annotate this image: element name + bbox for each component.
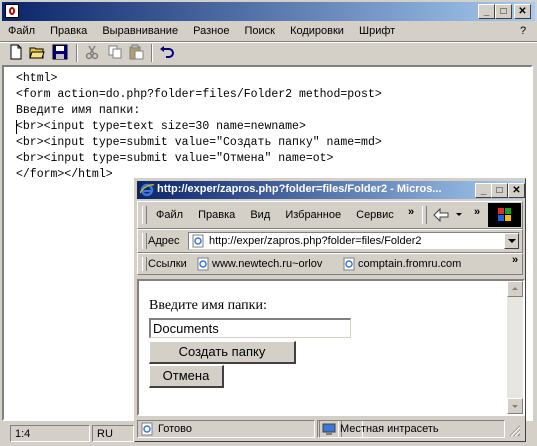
link-page-icon bbox=[196, 257, 210, 274]
scroll-down-button[interactable] bbox=[507, 398, 523, 414]
browser-menu-tools[interactable]: Сервис bbox=[356, 209, 394, 221]
band-grip[interactable] bbox=[142, 257, 147, 271]
links-band: Ссылки www.newtech.ru~orlov comptain.fro… bbox=[137, 253, 523, 275]
browser-maximize-button[interactable]: □ bbox=[491, 183, 508, 198]
browser-minimize-button[interactable]: _ bbox=[475, 183, 492, 198]
code-line: <html> bbox=[16, 72, 58, 85]
band-grip[interactable] bbox=[142, 233, 147, 249]
text-cursor bbox=[16, 120, 17, 134]
menu-search[interactable]: Поиск bbox=[245, 25, 275, 37]
chevron-down-icon bbox=[508, 239, 516, 243]
scroll-up-button[interactable] bbox=[507, 281, 523, 297]
browser-menu-band: Файл Правка Вид Избранное Сервис » » bbox=[137, 201, 523, 229]
menu-encodings[interactable]: Кодировки bbox=[290, 25, 344, 37]
browser-title-bar[interactable]: http://exper/zapros.php?folder=files/Fol… bbox=[137, 181, 525, 199]
links-label: Ссылки bbox=[148, 258, 187, 270]
link-comptain[interactable]: comptain.fromru.com bbox=[358, 258, 461, 270]
folder-name-prompt: Введите имя папки: bbox=[149, 298, 267, 313]
browser-window[interactable]: http://exper/zapros.php?folder=files/Fol… bbox=[134, 178, 526, 442]
links-overflow-chevron[interactable]: » bbox=[512, 254, 518, 266]
toolbar-divider bbox=[76, 44, 78, 62]
address-label: Адрес bbox=[148, 235, 180, 247]
browser-close-button[interactable]: ✕ bbox=[508, 183, 525, 198]
address-dropdown-button[interactable] bbox=[504, 233, 519, 249]
back-arrow-icon[interactable] bbox=[432, 207, 450, 226]
page-content: Введите имя папки: Documents Создать пап… bbox=[137, 279, 525, 416]
cursor-position: 1:4 bbox=[10, 425, 90, 442]
vertical-scrollbar[interactable] bbox=[507, 281, 523, 414]
browser-menu-view[interactable]: Вид bbox=[250, 209, 270, 221]
intranet-icon bbox=[322, 422, 336, 439]
browser-menu-edit[interactable]: Правка bbox=[198, 209, 235, 221]
zone-text: Местная интрасеть bbox=[340, 423, 439, 435]
code-line: Введите имя папки: bbox=[16, 104, 141, 117]
copy-icon[interactable] bbox=[107, 44, 123, 60]
code-line: <br><input type=submit value="Создать па… bbox=[16, 136, 382, 149]
resize-grip[interactable] bbox=[507, 423, 521, 437]
new-file-icon[interactable] bbox=[8, 44, 24, 60]
menu-align[interactable]: Выравнивание bbox=[102, 25, 178, 37]
page-icon bbox=[191, 234, 205, 251]
page-done-icon bbox=[140, 422, 154, 439]
paste-icon[interactable] bbox=[128, 44, 144, 60]
back-dropdown-icon[interactable] bbox=[456, 213, 462, 216]
band-grip[interactable] bbox=[142, 206, 147, 224]
code-line: <form action=do.php?folder=files/Folder2… bbox=[16, 88, 382, 101]
code-line: <br><input type=text size=30 name=newnam… bbox=[16, 120, 306, 133]
editor-title-bar[interactable] bbox=[2, 2, 535, 21]
band-grip[interactable] bbox=[422, 206, 427, 224]
app-icon[interactable] bbox=[5, 4, 19, 18]
code-line: <br><input type=submit value="Отмена" na… bbox=[16, 152, 334, 165]
open-folder-icon[interactable] bbox=[29, 44, 45, 60]
cut-icon[interactable] bbox=[84, 44, 100, 60]
folder-name-value: Documents bbox=[153, 321, 219, 336]
menu-edit[interactable]: Правка bbox=[50, 25, 87, 37]
close-button[interactable]: ✕ bbox=[514, 4, 531, 19]
menu-overflow-chevron[interactable]: » bbox=[408, 206, 414, 218]
browser-title: http://exper/zapros.php?folder=files/Fol… bbox=[157, 183, 442, 195]
folder-name-input[interactable]: Documents bbox=[149, 318, 351, 338]
toolbar-divider bbox=[151, 44, 153, 62]
browser-status-main: Готово bbox=[137, 420, 315, 438]
ie-icon[interactable] bbox=[139, 183, 155, 197]
menu-misc[interactable]: Разное bbox=[193, 25, 229, 37]
arrow-up-icon bbox=[512, 287, 518, 290]
minimize-button[interactable]: _ bbox=[478, 4, 495, 19]
editor-menu-bar: Файл Правка Выравнивание Разное Поиск Ко… bbox=[8, 25, 407, 41]
menu-font[interactable]: Шрифт bbox=[359, 25, 395, 37]
toolbar-separator bbox=[0, 41, 537, 43]
security-zone: Местная интрасеть bbox=[319, 420, 505, 438]
save-icon[interactable] bbox=[52, 44, 68, 60]
create-folder-button[interactable]: Создать папку bbox=[149, 341, 296, 364]
windows-logo-icon bbox=[488, 203, 521, 227]
address-band: Адрес http://exper/zapros.php?folder=fil… bbox=[137, 229, 523, 253]
arrow-down-icon bbox=[512, 405, 518, 408]
maximize-button[interactable]: □ bbox=[495, 4, 512, 19]
browser-menu-file[interactable]: Файл bbox=[156, 209, 183, 221]
undo-icon[interactable] bbox=[159, 44, 175, 60]
link-newtech[interactable]: www.newtech.ru~orlov bbox=[212, 258, 322, 270]
menu-help[interactable]: ? bbox=[520, 25, 526, 37]
menu-file[interactable]: Файл bbox=[8, 25, 35, 37]
browser-menu-bar: Файл Правка Вид Избранное Сервис bbox=[156, 209, 406, 221]
code-line: </form></html> bbox=[16, 168, 113, 181]
toolbar-overflow-chevron[interactable]: » bbox=[474, 206, 480, 218]
cancel-button[interactable]: Отмена bbox=[149, 365, 224, 388]
address-value: http://exper/zapros.php?folder=files/Fol… bbox=[209, 235, 422, 247]
link-page-icon bbox=[342, 257, 356, 274]
language-indicator: RU bbox=[92, 425, 134, 442]
browser-menu-favorites[interactable]: Избранное bbox=[285, 209, 341, 221]
status-text: Готово bbox=[158, 423, 192, 435]
address-field[interactable]: http://exper/zapros.php?folder=files/Fol… bbox=[188, 232, 520, 250]
